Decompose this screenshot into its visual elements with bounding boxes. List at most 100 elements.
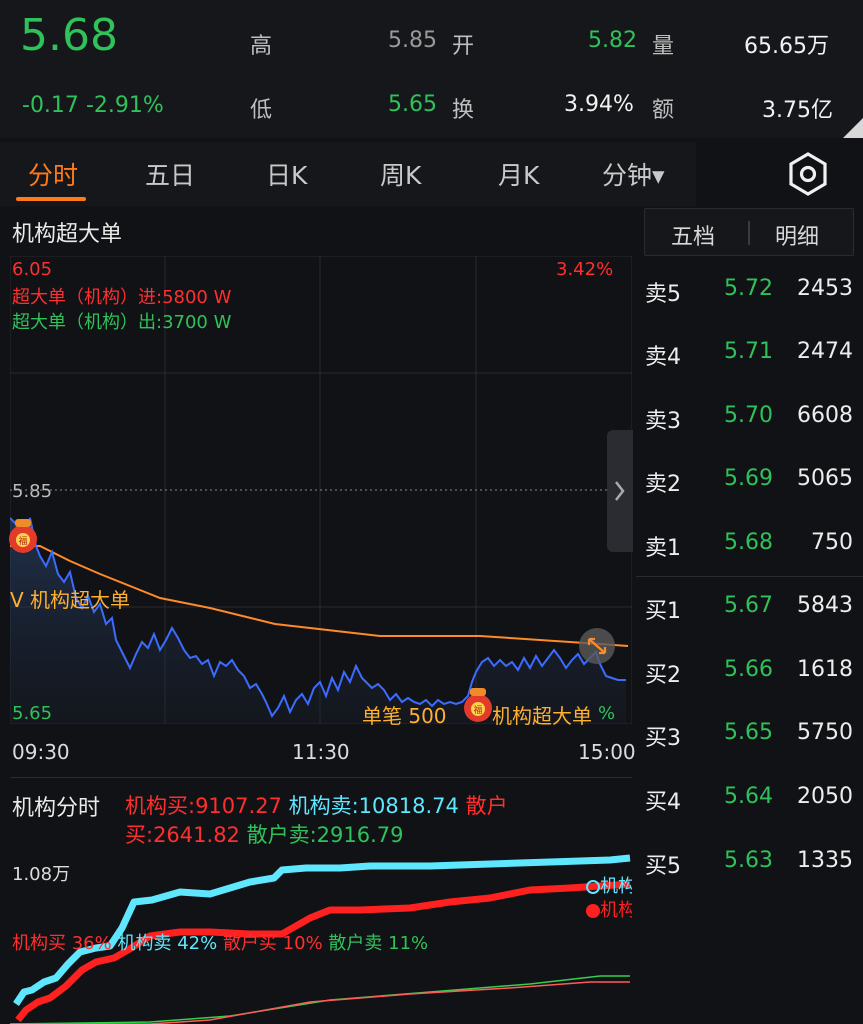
ask-label: 卖5 [645,282,681,307]
high-label: 高 [250,34,273,59]
intraday-chart-title: 机构超大单 [12,222,123,247]
inst-marker-label-left: V 机构超大单 [10,588,131,612]
legend-inst-buy: 机构 [586,896,632,922]
bid-label: 买1 [645,599,681,624]
active-tab-indicator [16,197,86,201]
open-label: 开 [452,34,475,59]
bid-row[interactable]: 买2 5.66 1618 [636,651,863,691]
settings-hex-icon[interactable] [780,146,836,202]
flow-percentages: 机构买 36% 机构卖 42% 散户买 10% 散户卖 11% [12,929,428,955]
ask-label: 卖1 [645,536,681,561]
bid-label: 买4 [645,790,681,815]
tab-monthly-k[interactable]: 月K [498,156,539,192]
axis-top-price: 6.05 [12,259,53,280]
tab-details[interactable]: 明细 [775,219,819,251]
book-divider [636,576,863,577]
bid-row[interactable]: 买4 5.64 2050 [636,778,863,818]
turnover-label: 换 [452,98,475,123]
amount-label: 额 [652,98,675,123]
time-start: 09:30 [12,740,70,764]
circle-filled-icon [586,904,600,918]
bid-price: 5.64 [724,784,773,809]
bid-row[interactable]: 买1 5.67 5843 [636,587,863,627]
bid-label: 买3 [645,726,681,751]
bid-price: 5.63 [724,848,773,873]
ask-label: 卖2 [645,472,681,497]
ask-price: 5.69 [724,466,773,491]
ask-row[interactable]: 卖2 5.69 5065 [636,460,863,500]
volume-label: 量 [652,34,675,59]
high-value: 5.85 [388,28,437,53]
inst-flow-stats: 机构买:9107.27 机构卖:10818.74 散户 [125,790,508,820]
tab-five-levels[interactable]: 五档 [671,219,715,251]
retail-buy-line [10,981,630,1024]
collapse-corner-icon[interactable] [843,118,863,138]
order-book-tabs: 五档 明细 [644,208,854,256]
svg-text:福: 福 [473,704,482,716]
amount-value: 3.75亿 [762,98,833,123]
ask-row[interactable]: 卖5 5.72 2453 [636,270,863,310]
tab-divider [748,221,750,245]
legend-inst-sell-text: 机构 [600,876,632,897]
bid-price: 5.65 [724,720,773,745]
ask-volume: 5065 [797,466,853,491]
tab-five-day[interactable]: 五日 [145,156,195,192]
ask-price: 5.70 [724,403,773,428]
bid-price: 5.66 [724,657,773,682]
inst-buy-total: 机构买:9107.27 [125,794,282,818]
circle-outline-icon [586,880,600,894]
bid-volume: 1618 [797,657,853,682]
ask-price: 5.71 [724,339,773,364]
inst-marker-label-right: 机构超大单 [492,704,592,728]
ask-row[interactable]: 卖3 5.70 6608 [636,397,863,437]
bid-label: 买5 [645,854,681,879]
chevron-right-icon [615,481,625,501]
tab-minute-dropdown[interactable]: 分钟▾ [602,156,665,192]
bid-volume: 5843 [797,593,853,618]
change-abs: -0.17 [22,93,79,118]
volume-value: 65.65万 [744,34,829,59]
ask-row[interactable]: 卖4 5.71 2474 [636,333,863,373]
retail-label: 散户 [465,794,508,818]
bid-volume: 5750 [797,720,853,745]
bid-row[interactable]: 买3 5.65 5750 [636,714,863,754]
low-label: 低 [250,98,273,123]
last-price: 5.68 [20,10,118,61]
axis-mid-price: 5.85 [12,481,53,502]
open-value: 5.82 [588,28,637,53]
change-pct: -2.91% [85,93,164,118]
ask-label: 卖4 [645,345,681,370]
ask-volume: 2474 [797,339,853,364]
order-book-panel: 五档 明细 卖5 5.72 2453 卖4 5.71 2474 卖3 5.70 … [636,204,863,904]
bid-volume: 1335 [797,848,853,873]
turnover-value: 3.94% [564,92,634,117]
money-bag-icon[interactable]: 福 [8,515,42,555]
tab-daily-k[interactable]: 日K [266,156,307,192]
axis-bottom-pct: % [598,703,616,724]
pct-retail-sell: 散户卖 11% [328,933,429,954]
ask-row[interactable]: 卖1 5.68 750 [636,524,863,564]
retail-sell-total: 散户卖:2916.79 [246,823,404,847]
legend-inst-buy-text: 机构 [600,900,632,921]
tab-intraday[interactable]: 分时 [28,156,78,192]
inst-outflow-label: 超大单（机构）出:3700 W [12,312,232,333]
inst-sell-total: 机构卖:10818.74 [288,794,459,818]
ask-volume: 6608 [797,403,853,428]
inst-chart-title: 机构分时 [12,796,101,821]
bid-price: 5.67 [724,593,773,618]
pct-inst-sell: 机构卖 42% [117,933,218,954]
legend-inst-sell: 机构 [586,872,632,898]
inst-inflow-label: 超大单（机构）进:5800 W [12,287,232,308]
time-mid: 11:30 [292,740,350,764]
bid-row[interactable]: 买5 5.63 1335 [636,842,863,882]
price-change: -0.17 -2.91% [22,93,164,118]
retail-flow-stats: 买:2641.82 散户卖:2916.79 [125,819,404,849]
ask-label: 卖3 [645,409,681,434]
side-panel-handle[interactable] [607,430,633,552]
tab-weekly-k[interactable]: 周K [380,156,421,192]
expand-chart-icon[interactable] [578,627,616,665]
retail-sell-line [10,975,630,1024]
pct-retail-buy: 散户买 10% [222,933,323,954]
money-bag-icon[interactable]: 福 [461,684,495,724]
ask-price: 5.68 [724,530,773,555]
